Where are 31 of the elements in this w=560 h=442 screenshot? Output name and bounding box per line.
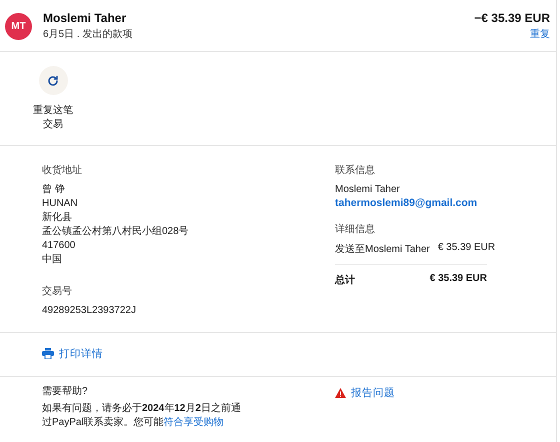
section-title: 详细信息 [335,222,376,236]
contact-name: Moslemi Taher [335,183,401,197]
address-line: 孟公镇孟公村第八村民小组028号 [42,225,190,239]
address-line: 曾 铮 [42,183,66,197]
detail-amount: € 35.39 EUR [438,242,496,255]
payee-name: Moslemi Taher [43,11,128,25]
print-details-link[interactable]: 打印详情 [42,346,103,360]
warning-icon [335,388,346,398]
payment-date: 6月5日 . 发出的款项 [43,28,134,41]
repeat-link[interactable]: 重复 [530,27,550,41]
transaction-id: 49289253L2393722J [42,304,137,318]
avatar: MT [5,13,32,40]
help-text: 如果有问题，请务必于2024年12月2日之前通过PayPal联系卖家。您可能符合享受购物 [42,402,242,430]
detail-label: 发送至Moslemi Taher [335,243,430,256]
purchase-protection-link[interactable]: 符合享受购物 [164,417,224,428]
address-line: 417600 [42,239,76,253]
section-title: 交易号 [42,284,73,298]
help-title: 需要帮助? [42,385,89,399]
detail-label: 总计 [335,274,355,287]
address-line: HUNAN [42,197,79,211]
address-line: 中国 [42,253,63,267]
report-problem-link[interactable]: 报告问题 [335,386,395,400]
address-line: 新化县 [42,211,73,225]
payment-amount: −€ 35.39 EUR [474,11,550,25]
email-link[interactable]: tahermoslemi89@gmail.com [335,197,487,209]
repeat-transaction-button[interactable]: 重复这笔交易 [32,66,74,132]
section-title: 收货地址 [42,164,83,177]
printer-icon [42,348,54,359]
detail-amount: € 35.39 EUR [430,273,487,286]
section-title: 联系信息 [335,164,376,177]
refresh-icon [47,74,59,86]
